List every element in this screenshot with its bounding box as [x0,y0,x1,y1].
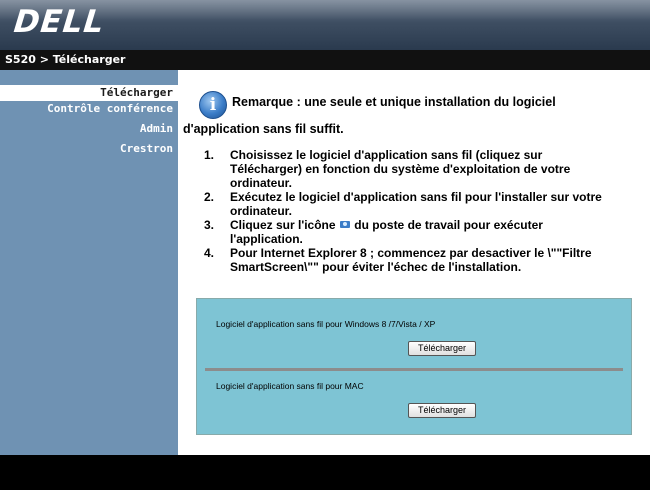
step-item: 4. Pour Internet Explorer 8 ; commencez … [204,246,614,274]
step-text: Pour Internet Explorer 8 ; commencez par… [230,246,592,274]
sidebar: Télécharger Contrôle conférence Admin Cr… [0,70,178,455]
breadcrumb: S520 > Télécharger [5,53,126,66]
sidebar-item-crestron[interactable]: Crestron [120,142,173,155]
windows-download-button[interactable]: Télécharger [408,341,476,356]
step-text-before-icon: Cliquez sur l'icône [230,218,336,232]
dell-logo: DELL [12,4,107,40]
mac-download-button[interactable]: Télécharger [408,403,476,418]
footer-bar [0,455,650,490]
download-panel: Logiciel d'application sans fil pour Win… [196,298,632,435]
step-item: 1. Choisissez le logiciel d'application … [204,148,614,190]
step-item: 2. Exécutez le logiciel d'application sa… [204,190,614,218]
step-number: 3. [204,218,215,232]
header-banner: DELL [0,0,650,50]
breadcrumb-bar: S520 > Télécharger [0,50,650,70]
windows-download-label: Logiciel d'application sans fil pour Win… [216,319,436,329]
sidebar-item-telecharger[interactable]: Télécharger [0,85,178,101]
step-text: Choisissez le logiciel d'application san… [230,148,571,190]
step-item: 3. Cliquez sur l'icône du poste de trava… [204,218,614,246]
mac-download-label: Logiciel d'application sans fil pour MAC [216,381,364,391]
note-text-line2: d'application sans fil suffit. [183,122,344,136]
step-number: 4. [204,246,215,260]
info-icon: i [199,91,227,119]
instruction-steps: 1. Choisissez le logiciel d'application … [204,148,614,274]
note-text-line1: Remarque : une seule et unique installat… [232,95,556,109]
step-number: 2. [204,190,215,204]
sidebar-item-controle-conference[interactable]: Contrôle conférence [47,102,173,115]
camera-icon [339,221,350,228]
step-number: 1. [204,148,215,162]
divider [205,368,623,371]
sidebar-item-admin[interactable]: Admin [140,122,173,135]
step-text: Exécutez le logiciel d'application sans … [230,190,602,218]
